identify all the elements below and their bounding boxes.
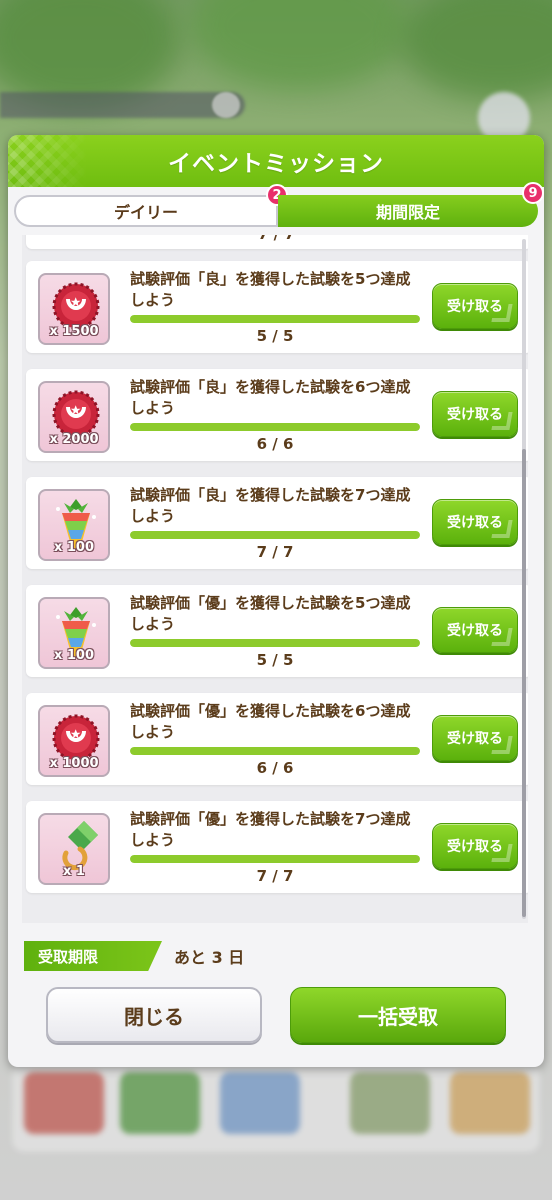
- mission-progress-bar: [130, 315, 420, 323]
- tab-limited-label: 期間限定: [375, 203, 440, 222]
- mission-progress-text: 7 / 7: [258, 235, 295, 243]
- rainbow-carrot-icon: x 100: [38, 489, 110, 561]
- mission-description: 試験評価「優」を獲得した試験を7つ達成しよう: [130, 810, 411, 849]
- mission-progress-text: 7 / 7: [256, 867, 294, 885]
- reward-quantity: x 100: [53, 540, 95, 555]
- claim-button[interactable]: 受け取る: [432, 499, 518, 545]
- event-mission-dialog: イベントミッション デイリー 2 期間限定 9 7 / 7 x 1500 試験評価…: [8, 135, 544, 1067]
- mission-card: x 2000 試験評価「良」を獲得した試験を6つ達成しよう 6 / 6 受け取る: [26, 369, 528, 461]
- mission-description: 試験評価「良」を獲得した試験を7つ達成しよう: [130, 486, 411, 525]
- reward-quantity: x 1: [63, 864, 85, 879]
- tab-limited-badge: 9: [522, 182, 544, 204]
- mission-description: 試験評価「優」を獲得した試験を5つ達成しよう: [130, 594, 411, 633]
- reward-quantity: x 2000: [49, 432, 99, 447]
- tab-daily[interactable]: デイリー 2: [14, 184, 288, 227]
- mission-description: 試験評価「優」を獲得した試験を6つ達成しよう: [130, 702, 411, 741]
- mission-progress-fill: [130, 423, 420, 431]
- mission-progress-fill: [130, 315, 420, 323]
- tab-daily-label: デイリー: [113, 203, 178, 222]
- mission-progress-fill: [130, 531, 420, 539]
- mission-progress-text: 6 / 6: [256, 435, 294, 453]
- mission-progress-text: 7 / 7: [256, 543, 294, 561]
- claim-button[interactable]: 受け取る: [432, 823, 518, 869]
- rainbow-carrot-icon: x 100: [38, 597, 110, 669]
- mission-card: x 1500 試験評価「良」を獲得した試験を5つ達成しよう 5 / 5 受け取る: [26, 261, 528, 353]
- mission-card: x 100 試験評価「良」を獲得した試験を7つ達成しよう 7 / 7 受け取る: [26, 477, 528, 569]
- scrollbar-thumb[interactable]: [522, 449, 526, 917]
- mission-description: 試験評価「良」を獲得した試験を6つ達成しよう: [130, 378, 411, 417]
- mission-progress-fill: [130, 639, 420, 647]
- mission-progress-bar: [130, 639, 420, 647]
- mission-progress-bar: [130, 423, 420, 431]
- close-button[interactable]: 閉じる: [46, 987, 262, 1043]
- mission-progress-bar: [130, 531, 420, 539]
- dialog-header: イベントミッション: [8, 135, 544, 187]
- mission-progress-text: 6 / 6: [256, 759, 294, 777]
- deadline-row: 受取期限 あと 3 日: [24, 941, 244, 971]
- mission-progress-bar: [130, 855, 420, 863]
- mission-list[interactable]: 7 / 7 x 1500 試験評価「良」を獲得した試験を5つ達成しよう 5 / 5 受…: [22, 235, 528, 923]
- reward-quantity: x 1000: [49, 756, 99, 771]
- dialog-title: イベントミッション: [168, 151, 384, 177]
- deadline-value: あと 3 日: [174, 948, 245, 967]
- reward-quantity: x 1500: [49, 324, 99, 339]
- tab-limited[interactable]: 期間限定 9: [278, 182, 544, 227]
- mission-card: x 100 試験評価「優」を獲得した試験を5つ達成しよう 5 / 5 受け取る: [26, 585, 528, 677]
- mission-progress-text: 5 / 5: [256, 651, 294, 669]
- horseshoe-medal-icon: x 1000: [38, 705, 110, 777]
- mission-card: x 1 試験評価「優」を獲得した試験を7つ達成しよう 7 / 7 受け取る: [26, 801, 528, 893]
- claim-button[interactable]: 受け取る: [432, 607, 518, 653]
- claim-button[interactable]: 受け取る: [432, 715, 518, 761]
- mission-progress-text: 5 / 5: [256, 327, 294, 345]
- deadline-label: 受取期限: [24, 941, 162, 971]
- horseshoe-charm-icon: x 1: [38, 813, 110, 885]
- header-pattern: [8, 135, 88, 187]
- tab-bar: デイリー 2 期間限定 9: [14, 182, 544, 227]
- claim-button[interactable]: 受け取る: [432, 283, 518, 329]
- mission-card-partial: 7 / 7: [26, 235, 528, 249]
- horseshoe-medal-icon: x 1500: [38, 273, 110, 345]
- mission-progress-fill: [130, 855, 420, 863]
- mission-progress-bar: [130, 747, 420, 755]
- mission-description: 試験評価「良」を獲得した試験を5つ達成しよう: [130, 270, 411, 309]
- horseshoe-medal-icon: x 2000: [38, 381, 110, 453]
- claim-button[interactable]: 受け取る: [432, 391, 518, 437]
- mission-card: x 1000 試験評価「優」を獲得した試験を6つ達成しよう 6 / 6 受け取る: [26, 693, 528, 785]
- reward-quantity: x 100: [53, 648, 95, 663]
- claim-all-button[interactable]: 一括受取: [290, 987, 506, 1043]
- mission-progress-fill: [130, 747, 420, 755]
